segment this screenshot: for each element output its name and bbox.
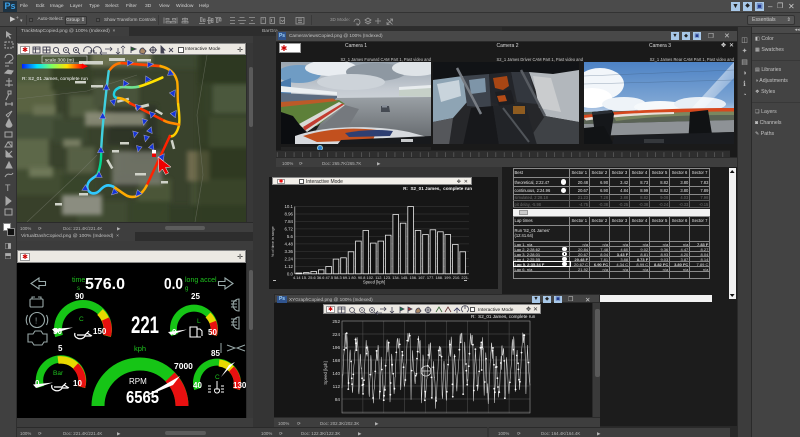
svg-text:40: 40 xyxy=(193,381,202,390)
svg-text:252: 252 xyxy=(332,319,340,324)
svg-text:T: T xyxy=(5,183,11,193)
svg-text:112: 112 xyxy=(333,384,341,389)
svg-text:84: 84 xyxy=(335,397,341,402)
svg-text:kph: kph xyxy=(134,344,146,353)
svg-text:224: 224 xyxy=(332,332,340,337)
svg-text:85: 85 xyxy=(211,349,220,358)
svg-text:196: 196 xyxy=(332,345,340,350)
svg-text:90: 90 xyxy=(75,292,84,301)
svg-text:150: 150 xyxy=(93,327,107,336)
svg-text:1.12: 1.12 xyxy=(284,264,293,269)
svg-text:Bar: Bar xyxy=(53,370,64,377)
svg-text:Speed [kph]: Speed [kph] xyxy=(323,361,328,384)
svg-text:576.0: 576.0 xyxy=(85,276,125,293)
svg-text:8.96: 8.96 xyxy=(284,212,293,217)
svg-text:0: 0 xyxy=(35,379,40,388)
svg-text:3.36: 3.36 xyxy=(284,249,293,254)
svg-text:g: g xyxy=(185,286,188,292)
svg-text:!: ! xyxy=(35,317,37,326)
svg-text:140: 140 xyxy=(332,371,340,376)
svg-text:25: 25 xyxy=(191,292,200,301)
svg-text:% of time in range: % of time in range xyxy=(271,226,275,257)
svg-text:5: 5 xyxy=(58,344,63,353)
svg-text:long accel: long accel xyxy=(185,277,217,284)
svg-text:50: 50 xyxy=(53,327,62,336)
svg-text:7000: 7000 xyxy=(174,361,193,371)
svg-text:7.84: 7.84 xyxy=(284,219,293,224)
svg-text:2.24: 2.24 xyxy=(284,256,293,261)
svg-text:C: C xyxy=(215,374,220,381)
svg-text:scale 300 (m): scale 300 (m) xyxy=(45,58,74,64)
svg-text:50: 50 xyxy=(208,328,217,337)
svg-text:R: S2_01 James, complete run: R: S2_01 James, complete run xyxy=(22,76,88,82)
svg-text:RPM: RPM xyxy=(129,377,147,386)
svg-text:10.1: 10.1 xyxy=(284,204,293,209)
svg-text:221: 221 xyxy=(131,312,159,339)
svg-text:0: 0 xyxy=(172,328,177,337)
svg-text:L: L xyxy=(197,318,201,325)
svg-text:6565: 6565 xyxy=(126,387,159,407)
svg-text:C: C xyxy=(79,316,84,323)
svg-text:5.6: 5.6 xyxy=(287,234,294,239)
svg-text:Speed [kph]: Speed [kph] xyxy=(363,280,385,285)
svg-text:168: 168 xyxy=(332,358,340,363)
svg-text:time: time xyxy=(72,277,85,284)
svg-text:6.72: 6.72 xyxy=(284,226,293,231)
svg-text:10: 10 xyxy=(73,379,82,388)
svg-text:130: 130 xyxy=(233,381,246,390)
svg-text:0.0: 0.0 xyxy=(164,276,183,293)
svg-text:4.48: 4.48 xyxy=(284,241,293,246)
